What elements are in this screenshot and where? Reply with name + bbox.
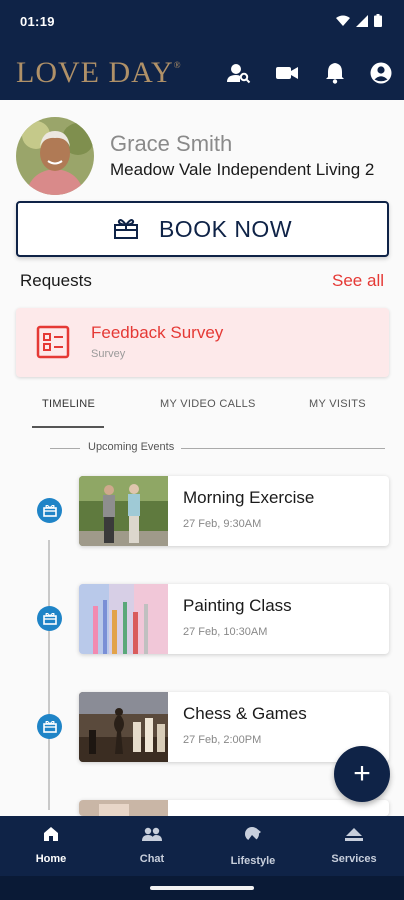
battery-icon xyxy=(374,14,382,27)
logo-text: LOVE DAY xyxy=(16,56,174,89)
app-bar: LOVE DAY® xyxy=(0,44,404,100)
divider-line-right xyxy=(181,448,385,449)
find-person-icon[interactable] xyxy=(226,60,252,86)
wifi-icon xyxy=(336,15,350,26)
upcoming-events-label: Upcoming Events xyxy=(84,441,179,453)
event-image xyxy=(79,476,168,546)
logo-mark: ® xyxy=(173,60,182,70)
profile-name: Grace Smith xyxy=(110,131,233,156)
event-card[interactable]: Painting Class 27 Feb, 10:30AM xyxy=(79,584,389,654)
nav-label: Home xyxy=(35,853,67,865)
account-icon[interactable] xyxy=(368,60,394,86)
event-image xyxy=(79,800,168,816)
tab-my-video-calls[interactable]: MY VIDEO CALLS xyxy=(160,398,256,410)
event-time: 27 Feb, 2:00PM xyxy=(183,734,262,746)
bottom-nav: Home Chat Lifestyle Services xyxy=(0,816,404,876)
event-time: 27 Feb, 10:30AM xyxy=(183,626,268,638)
people-icon xyxy=(142,827,162,841)
book-now-label: BOOK NOW xyxy=(158,215,293,242)
event-title: Chess & Games xyxy=(183,704,307,723)
divider-line-left xyxy=(50,448,80,449)
event-card[interactable]: Chess & Games 27 Feb, 2:00PM xyxy=(79,692,389,762)
event-title: Morning Exercise xyxy=(183,488,315,507)
system-nav-bar xyxy=(0,876,404,900)
avatar[interactable] xyxy=(16,117,94,195)
nav-item-home[interactable]: Home xyxy=(11,826,91,865)
event-image xyxy=(79,692,168,762)
timeline-marker-icon xyxy=(37,606,62,631)
signal-icon xyxy=(356,14,368,27)
event-card[interactable]: Morning Exercise 27 Feb, 9:30AM xyxy=(79,476,389,546)
nav-item-chat[interactable]: Chat xyxy=(112,826,192,865)
timeline-marker-icon xyxy=(37,498,62,523)
loveday-logo: LOVE DAY® xyxy=(16,56,182,90)
event-card-partial[interactable] xyxy=(79,800,389,816)
request-type: Survey xyxy=(91,348,126,360)
video-call-icon[interactable] xyxy=(274,60,300,86)
tab-my-visits[interactable]: MY VISITS xyxy=(309,398,366,410)
status-icons xyxy=(336,14,382,27)
event-image xyxy=(79,584,168,654)
active-tab-indicator xyxy=(32,426,104,428)
event-title: Painting Class xyxy=(183,596,292,615)
feedback-survey-card[interactable]: Feedback Survey Survey xyxy=(16,308,389,377)
home-icon xyxy=(44,827,58,841)
timeline-marker-icon xyxy=(37,714,62,739)
survey-icon xyxy=(36,325,70,364)
requests-heading: Requests xyxy=(20,271,92,290)
residence-name: Meadow Vale Independent Living 2 xyxy=(110,160,375,179)
nav-item-services[interactable]: Services xyxy=(314,826,394,865)
nav-item-lifestyle[interactable]: Lifestyle xyxy=(213,826,293,867)
lifestyle-icon xyxy=(245,827,261,843)
status-time: 01:19 xyxy=(20,14,55,29)
nav-label: Services xyxy=(331,853,377,865)
see-all-link[interactable]: See all xyxy=(332,271,384,291)
event-time: 27 Feb, 9:30AM xyxy=(183,518,262,530)
upcoming-events-divider: Upcoming Events xyxy=(50,441,385,455)
timeline-line xyxy=(48,540,50,810)
services-icon xyxy=(345,828,363,841)
status-bar: 01:19 xyxy=(0,0,404,44)
home-gesture-pill[interactable] xyxy=(150,886,254,890)
book-now-button[interactable]: BOOK NOW xyxy=(16,201,389,257)
nav-label: Lifestyle xyxy=(230,855,276,867)
nav-label: Chat xyxy=(139,853,165,865)
gift-icon xyxy=(113,219,138,239)
timeline-tabs: TIMELINE MY VIDEO CALLS MY VISITS xyxy=(0,392,404,430)
add-icon: + xyxy=(353,757,371,790)
add-fab-button[interactable]: + xyxy=(334,746,390,802)
notifications-icon[interactable] xyxy=(322,60,348,86)
request-title: Feedback Survey xyxy=(91,323,224,342)
tab-timeline[interactable]: TIMELINE xyxy=(42,398,95,410)
